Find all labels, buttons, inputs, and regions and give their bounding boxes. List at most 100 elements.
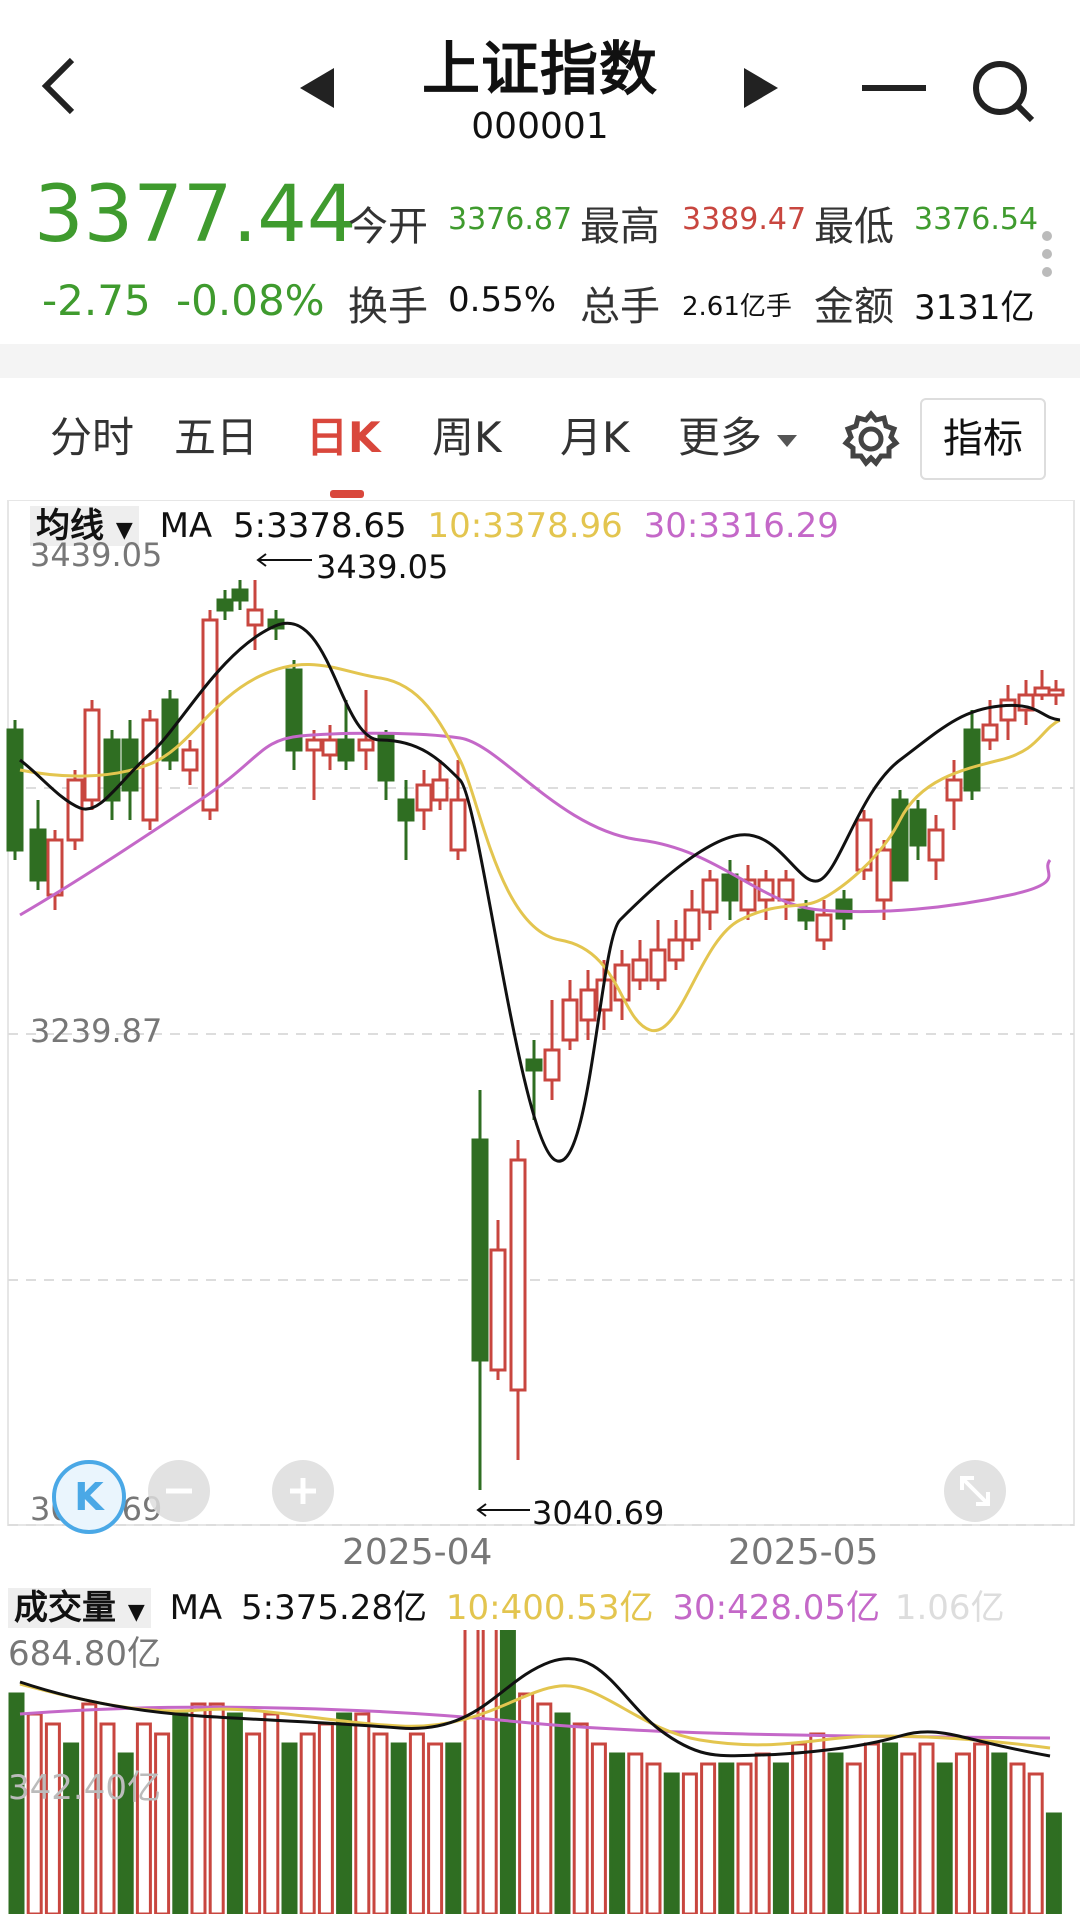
volume-bar: [336, 1712, 353, 1914]
volume-bar: [863, 1742, 880, 1914]
volume-bar: [408, 1732, 425, 1914]
volume-label: 总手: [580, 284, 660, 330]
tab-weekly-k[interactable]: 周K: [432, 404, 502, 465]
menu-button[interactable]: [862, 80, 926, 99]
zoom-out-button[interactable]: [148, 1460, 210, 1522]
candle-body: [141, 718, 159, 822]
volume-bar: [390, 1742, 407, 1914]
search-button[interactable]: [970, 58, 1036, 128]
volume-bar: [973, 1742, 990, 1914]
volume-bar: [81, 1702, 98, 1914]
volume-bar: [172, 1712, 189, 1914]
kline-y-mid: 3239.87: [30, 1012, 163, 1050]
volume-bar: [372, 1732, 389, 1914]
candle-body: [83, 708, 101, 802]
tab-more-label: 更多: [678, 413, 763, 462]
volume-bar: [845, 1762, 862, 1914]
candle-body: [216, 598, 234, 612]
volume-selector[interactable]: 成交量 ▼: [8, 1588, 151, 1628]
volume-bar: [536, 1702, 553, 1914]
volume-bar: [572, 1722, 589, 1914]
candle-body: [471, 1138, 489, 1362]
volume-bar: [317, 1722, 334, 1914]
more-options-icon[interactable]: [1040, 230, 1054, 282]
fullscreen-button[interactable]: [944, 1460, 1006, 1522]
volume-bar: [809, 1732, 826, 1914]
volume-selector-label: 成交量: [14, 1588, 116, 1628]
tab-daily-k[interactable]: 日K: [306, 404, 381, 465]
volume-bar: [354, 1712, 371, 1914]
vol-y-top: 684.80亿: [8, 1634, 161, 1674]
open-value: 3376.87: [448, 202, 573, 237]
candle-body: [875, 848, 893, 902]
volume-bar: [190, 1702, 207, 1914]
volume-bar: [718, 1762, 735, 1914]
candle-body: [999, 698, 1017, 722]
candle-body: [337, 738, 355, 762]
candle-body: [431, 778, 449, 802]
tab-intraday[interactable]: 分时: [50, 404, 134, 465]
vol-ma5-value: 5:375.28亿: [240, 1588, 428, 1628]
indicator-button[interactable]: 指标: [920, 398, 1046, 480]
candle-body: [721, 873, 739, 902]
candle-body: [701, 878, 719, 914]
candle-body: [377, 734, 395, 782]
volume-bar: [900, 1752, 917, 1914]
candle-body: [963, 728, 981, 792]
volume-bar: [681, 1772, 698, 1914]
volume-bar: [590, 1742, 607, 1914]
kline-logo-button[interactable]: K: [52, 1460, 126, 1534]
volume-bar: [1045, 1812, 1062, 1914]
candle-body: [667, 938, 685, 962]
volume-bar: [427, 1742, 444, 1914]
candle-body: [357, 738, 375, 752]
candle-body: [683, 908, 701, 942]
volume-bar: [754, 1752, 771, 1914]
next-stock-button[interactable]: [742, 66, 782, 114]
candle-body: [543, 1048, 561, 1082]
tab-monthly-k[interactable]: 月K: [560, 404, 630, 465]
volume-bar: [882, 1742, 899, 1914]
candle-body: [509, 1158, 527, 1392]
volume-bar: [918, 1742, 935, 1914]
x-label-april: 2025-04: [342, 1532, 493, 1573]
zoom-in-button[interactable]: [272, 1460, 334, 1522]
volume-bar: [827, 1752, 844, 1914]
volume-bar: [791, 1742, 808, 1914]
volume-bar: [663, 1772, 680, 1914]
candle-body: [46, 838, 64, 897]
settings-button[interactable]: [842, 410, 900, 472]
amount-label: 金额: [814, 284, 894, 330]
candle-body: [797, 908, 815, 922]
turnover-label: 换手: [348, 284, 428, 330]
candle-body: [579, 988, 597, 1022]
candle-body: [321, 738, 339, 757]
volume-bar: [208, 1702, 225, 1914]
dropdown-caret-icon: [777, 434, 798, 447]
volume-chart[interactable]: [0, 1630, 1080, 1914]
minus-icon: [166, 1488, 192, 1494]
candle-body: [66, 778, 84, 842]
volume-bar: [627, 1752, 644, 1914]
candle-body: [1033, 686, 1051, 697]
vol-faded-value: 1.06亿: [894, 1588, 1005, 1628]
candle-body: [415, 783, 433, 812]
candle-body: [489, 1248, 507, 1372]
volume-bar: [226, 1712, 243, 1914]
volume-bar: [463, 1630, 480, 1914]
volume-bar: [1027, 1772, 1044, 1914]
last-price: 3377.44: [34, 170, 357, 260]
tab-more[interactable]: 更多: [678, 404, 799, 465]
tab-five-day[interactable]: 五日: [174, 404, 258, 465]
candle-body: [835, 898, 853, 920]
candle-body: [777, 878, 795, 902]
candle-body: [6, 728, 24, 852]
candle-body: [945, 778, 963, 802]
vol-y-mid: 342.40亿: [8, 1768, 161, 1808]
candle-body: [397, 798, 415, 822]
candle-body: [561, 998, 579, 1042]
turnover-value: 0.55%: [448, 280, 557, 320]
volume-bar: [299, 1732, 316, 1914]
volume-bar: [135, 1722, 152, 1914]
expand-icon: [960, 1476, 990, 1506]
